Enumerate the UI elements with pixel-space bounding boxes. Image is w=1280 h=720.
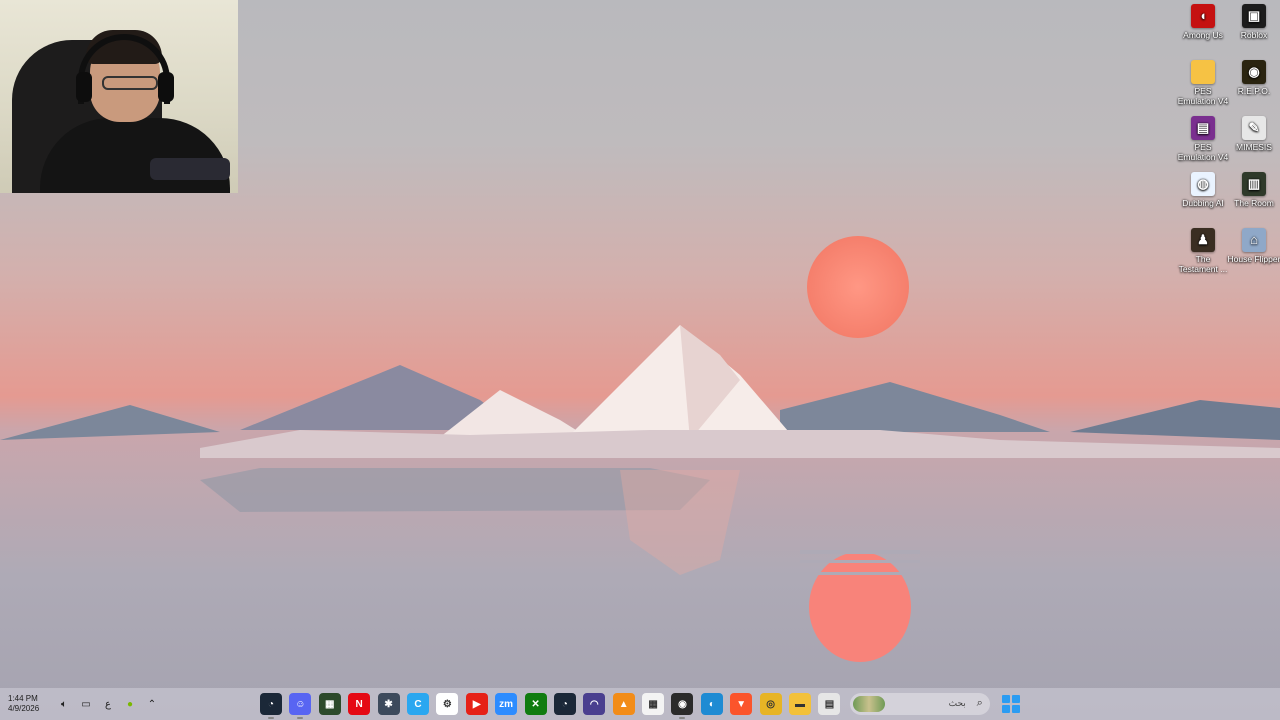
taskbar-obs-icon[interactable]: ◉ <box>671 693 694 719</box>
taskbar-netflix-icon[interactable]: N <box>348 693 371 715</box>
taskbar-notepad-icon[interactable]: ▤ <box>818 693 841 715</box>
desktop-icon[interactable]: ◍ Dubbing AI <box>1176 172 1230 208</box>
folder-icon <box>1191 60 1215 84</box>
taskbar-xbox-icon[interactable]: ✕ <box>524 693 547 715</box>
desktop-icon-label: House Flipper <box>1227 254 1280 264</box>
repo-icon: ◉ <box>1242 60 1266 84</box>
taskbar-microsoft-store-icon[interactable]: ▦ <box>642 693 665 715</box>
taskbar-search-box[interactable]: بحث ⌕ <box>849 693 990 715</box>
desktop-icon[interactable]: ▣ Roblox <box>1227 4 1280 40</box>
roblox-icon: ▣ <box>1242 4 1266 28</box>
desktop-icon[interactable]: ♟ The Testament ... <box>1176 228 1230 274</box>
desktop-icon[interactable]: ▥ The Room <box>1227 172 1280 208</box>
taskbar-vlc-icon[interactable]: ▲ <box>612 693 635 715</box>
search-placeholder: بحث <box>948 698 966 708</box>
headphone-right-cup <box>158 72 174 102</box>
microphone <box>150 158 230 180</box>
network-icon[interactable]: ▭ <box>78 696 94 712</box>
chevron-up-icon[interactable]: ⌃ <box>144 696 160 712</box>
clock-date: 4/9/2026 <box>8 704 40 713</box>
search-highlight-thumbnail <box>852 696 885 712</box>
language-indicator[interactable]: ع <box>100 696 116 712</box>
desktop-icon[interactable]: ◉ R.E.P.O. <box>1227 60 1280 96</box>
microphone-icon[interactable]: ● <box>122 696 138 712</box>
clock[interactable]: 1:44 PM 4/9/2026 <box>8 694 50 714</box>
taskbar-apps: ◔ ☺ ▦ N ✱ C ⚙ ▶ zm ✕ ◔ ◠ ▲ ▦ ◉ ◐ ▼ ◎ ▬ ▤ بحث ⌕ <box>260 692 1022 719</box>
taskbar-youtube-icon[interactable]: ▶ <box>465 693 488 715</box>
clock-time: 1:44 PM <box>8 694 38 703</box>
taskbar-steelseries-icon[interactable]: ⚙ <box>436 693 459 715</box>
search-icon: ⌕ <box>976 697 983 709</box>
taskbar: 1:44 PM 4/9/2026 🔈︎ ▭ ع ● ⌃ ◔ ☺ ▦ N ✱ C ⚙ ▶ zm ✕ ◔… <box>0 688 1280 720</box>
desktop-icon-label: PES Emulation V4 <box>1177 142 1229 162</box>
house-flipper-icon: ⌂ <box>1242 228 1266 252</box>
winrar-icon: ▤ <box>1191 116 1215 140</box>
the-room-icon: ▥ <box>1242 172 1266 196</box>
desktop-icon-label: MIMESIS <box>1236 142 1272 152</box>
taskbar-file-explorer-icon[interactable]: ▬ <box>789 693 812 715</box>
among-us-icon: ◖ <box>1191 4 1215 28</box>
desktop-icon[interactable]: ⌂ House Flipper <box>1227 228 1280 264</box>
desktop-icon[interactable]: ▤ PES Emulation V4 <box>1176 116 1230 162</box>
desktop-icon[interactable]: ◖ Among Us <box>1176 4 1230 40</box>
testament-icon: ♟ <box>1191 228 1215 252</box>
desktop-icon-label: Dubbing AI <box>1182 198 1224 208</box>
desktop-icon-label: PES Emulation V4 <box>1177 86 1229 106</box>
desktop-icon-label: The Room <box>1234 198 1274 208</box>
webcam-overlay <box>0 0 238 193</box>
desktop-icon-label: The Testament ... <box>1178 254 1228 274</box>
volume-icon[interactable]: 🔈︎ <box>56 696 72 712</box>
windows-logo-tile <box>1011 705 1020 713</box>
taskbar-brave-icon[interactable]: ▼ <box>730 693 753 715</box>
taskbar-game-launcher-icon[interactable]: ▦ <box>318 693 341 715</box>
mimesis-icon: ✎ <box>1242 116 1266 140</box>
desktop-icon-label: R.E.P.O. <box>1237 86 1271 96</box>
taskbar-chrome-icon[interactable]: ◎ <box>759 693 782 715</box>
taskbar-capcut-icon[interactable]: C <box>406 693 429 715</box>
windows-logo-tile <box>1011 695 1020 703</box>
dubbing-ai-icon: ◍ <box>1191 172 1215 196</box>
glasses <box>102 76 158 90</box>
headphone-left-cup <box>76 72 92 102</box>
desktop-icon[interactable]: ✎ MIMESIS <box>1227 116 1280 152</box>
taskbar-headset-icon[interactable]: ◠ <box>583 693 606 715</box>
taskbar-steam-icon[interactable]: ◔ <box>553 693 576 715</box>
taskbar-discord-icon[interactable]: ☺ <box>289 693 312 719</box>
taskbar-davinci-resolve-icon[interactable]: ✱ <box>377 693 400 715</box>
desktop-icon-label: Among Us <box>1183 30 1223 40</box>
taskbar-edge-icon[interactable]: ◐ <box>700 693 723 715</box>
desktop-icon[interactable]: PES Emulation V4 <box>1176 60 1230 106</box>
windows-logo-tile <box>1001 705 1010 713</box>
taskbar-zoom-icon[interactable]: zm <box>495 693 518 715</box>
start-button[interactable] <box>1000 693 1022 715</box>
system-tray: 1:44 PM 4/9/2026 🔈︎ ▭ ع ● ⌃ <box>8 688 160 720</box>
taskbar-steam-icon[interactable]: ◔ <box>260 693 282 719</box>
desktop-icon-label: Roblox <box>1240 30 1268 40</box>
windows-logo-tile <box>1001 695 1010 703</box>
